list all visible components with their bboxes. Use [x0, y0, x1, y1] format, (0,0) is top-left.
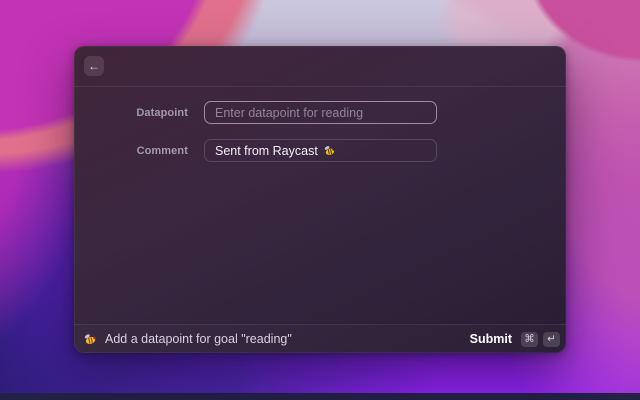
back-button[interactable]: ←	[84, 56, 104, 76]
cmd-key-icon: ⌘	[521, 331, 538, 347]
wallpaper-bottom-band	[0, 393, 640, 400]
action-bar: Add a datapoint for goal "reading" Submi…	[74, 324, 566, 353]
form-row-comment: Comment Sent from Raycast	[74, 139, 566, 162]
bee-emoji-icon	[324, 146, 335, 155]
raycast-window: ← Datapoint Comment Sent from Raycast	[74, 46, 566, 353]
form-row-datapoint: Datapoint	[74, 101, 566, 124]
datapoint-label: Datapoint	[136, 106, 188, 119]
beeminder-bee-icon	[84, 334, 96, 344]
action-bar-status: Add a datapoint for goal "reading"	[105, 332, 292, 346]
datapoint-form: Datapoint Comment Sent from Raycast	[74, 87, 566, 162]
return-key-icon: ↵	[543, 331, 560, 347]
datapoint-input[interactable]	[204, 101, 437, 124]
comment-label: Comment	[136, 144, 188, 157]
window-header: ←	[74, 46, 566, 87]
submit-button[interactable]: Submit	[470, 332, 512, 346]
action-bar-left: Add a datapoint for goal "reading"	[83, 332, 292, 346]
back-arrow-icon: ←	[88, 59, 100, 73]
desktop: ← Datapoint Comment Sent from Raycast	[0, 0, 640, 400]
action-bar-right: Submit ⌘ ↵	[470, 331, 560, 347]
comment-value: Sent from Raycast	[215, 143, 318, 158]
comment-input[interactable]: Sent from Raycast	[204, 139, 437, 162]
